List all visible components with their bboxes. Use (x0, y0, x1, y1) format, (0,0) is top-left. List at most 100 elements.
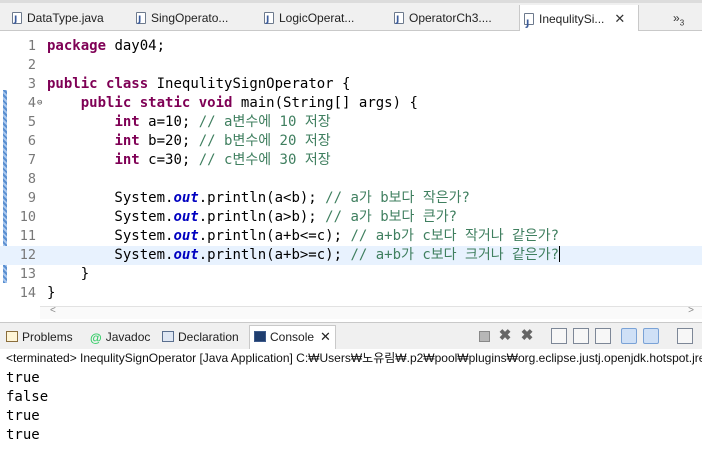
editor-tab-operatorch3[interactable]: OperatorCh3.... (394, 7, 492, 31)
code-token: System. (47, 247, 174, 263)
code-line[interactable]: 3 public class InequlitySignOperator { (0, 75, 702, 94)
tab-problems[interactable]: Problems (6, 326, 73, 348)
tab-declaration[interactable]: Declaration (162, 326, 239, 348)
tab-console[interactable]: Console ✕ (249, 325, 336, 350)
remove-all-terminated-icon[interactable]: ✖ (519, 328, 535, 344)
code-line[interactable]: 10 System.out.println(a>b); // a가 b보다 큰가… (0, 208, 702, 227)
word-wrap-icon[interactable] (595, 328, 611, 344)
console-output[interactable]: true false true true (0, 367, 702, 449)
code-line[interactable]: 12 System.out.println(a+b>=c); // a+b가 c… (0, 246, 702, 265)
code-token: b=20; (139, 133, 199, 149)
tab-javadoc[interactable]: @ Javadoc (90, 326, 150, 348)
overflow-chevron-icon: » (673, 11, 680, 25)
line-number: 14 (19, 285, 36, 301)
editor-tab-logicoperator[interactable]: LogicOperat... (264, 7, 354, 31)
clear-console-icon[interactable] (551, 328, 567, 344)
java-file-icon (12, 9, 22, 31)
editor-tab-inequlitysignoperator[interactable]: InequlitySi... ✕ (519, 5, 639, 38)
code-token: main(String[] args) { (232, 95, 418, 111)
scroll-left-icon[interactable]: < (50, 305, 56, 316)
code-text: System.out.println(a<b); // a가 b보다 작은가? (47, 189, 470, 208)
code-text: int b=20; // b변수에 20 저장 (47, 132, 330, 151)
editor-tab-singoperator[interactable]: SingOperato... (136, 7, 229, 31)
tab-label: Javadoc (105, 330, 151, 344)
editor-tab-label: OperatorCh3.... (409, 11, 492, 25)
code-line[interactable]: 13 } (0, 265, 702, 284)
code-token: InequlitySignOperator { (148, 76, 351, 92)
comment-token: // a변수에 10 저장 (198, 114, 331, 130)
code-line[interactable]: 11 System.out.println(a+b<=c); // a+b가 c… (0, 227, 702, 246)
keyword-token: int (114, 152, 140, 168)
close-tab-icon[interactable]: ✕ (614, 5, 625, 33)
keyword-token: class (106, 76, 149, 92)
comment-token: // a+b가 c보다 작거나 같은가? (350, 228, 560, 244)
horizontal-scrollbar[interactable]: < > (40, 305, 702, 319)
editor-tab-label: SingOperato... (151, 11, 229, 25)
declaration-icon (162, 331, 174, 342)
tab-label: Console (270, 330, 315, 344)
editor-tab-datatype[interactable]: DataType.java (12, 7, 104, 31)
editor-tab-label: InequlitySi... (539, 12, 605, 26)
editor-tab-bar: DataType.java SingOperato... LogicOperat… (0, 0, 702, 38)
field-token: out (173, 247, 199, 263)
code-editor[interactable]: 1 package day04; 2 3 public class InequlityS… (0, 31, 702, 319)
line-number: 6 (27, 133, 36, 149)
line-number: 9 (27, 190, 36, 206)
code-text: int a=10; // a변수에 10 저장 (47, 113, 331, 132)
field-token: out (173, 190, 199, 206)
console-output-line: false (6, 389, 49, 405)
show-on-stdout-icon[interactable] (621, 328, 637, 344)
code-token: .println(a+b>=c); (198, 247, 351, 263)
text-caret (559, 246, 561, 262)
comment-token: // a가 b보다 작은가? (325, 190, 470, 206)
code-line[interactable]: 9 System.out.println(a<b); // a가 b보다 작은가… (0, 189, 702, 208)
remove-launch-icon[interactable]: ✖ (497, 328, 513, 344)
console-output-line: true (6, 408, 40, 424)
overflow-tabs-button[interactable]: »3 (673, 7, 684, 29)
java-file-icon (136, 9, 146, 31)
code-line[interactable]: 7 int c=30; // c변수에 30 저장 (0, 151, 702, 170)
code-line[interactable]: 8 (0, 170, 702, 189)
code-line[interactable]: 2 (0, 56, 702, 75)
code-text: } (47, 265, 89, 284)
bottom-view-tab-bar: Problems @ Javadoc Declaration Console ✕ ✖… (0, 322, 702, 350)
tab-label: Declaration (178, 330, 239, 344)
console-icon (254, 331, 266, 342)
keyword-token: public (47, 76, 98, 92)
problems-icon (6, 331, 18, 342)
comment-token: // c변수에 30 저장 (198, 152, 331, 168)
scroll-right-icon[interactable]: > (688, 305, 694, 316)
terminate-icon[interactable] (479, 331, 490, 342)
close-console-icon[interactable]: ✕ (320, 329, 331, 344)
comment-token: // a가 b보다 큰가? (325, 209, 458, 225)
overflow-count: 3 (679, 18, 685, 28)
scroll-lock-icon[interactable] (573, 328, 589, 344)
code-token: System. (47, 209, 174, 225)
code-line[interactable]: 5 int a=10; // a변수에 10 저장 (0, 113, 702, 132)
keyword-token: public (80, 95, 132, 111)
code-text: public static void main(String[] args) { (47, 94, 418, 113)
keyword-token: int (114, 133, 140, 149)
code-token: a=10; (139, 114, 199, 130)
code-line[interactable]: 1 package day04; (0, 37, 702, 56)
code-line[interactable]: 14} (0, 284, 702, 303)
keyword-token: package (47, 38, 107, 54)
code-line[interactable]: 6 int b=20; // b변수에 20 저장 (0, 132, 702, 151)
code-token: System. (47, 228, 174, 244)
java-file-icon (264, 9, 274, 31)
pin-console-icon[interactable] (677, 328, 693, 344)
fold-collapse-icon[interactable]: ⊖ (37, 94, 42, 113)
java-file-icon (394, 9, 404, 31)
java-file-icon (524, 10, 534, 38)
line-number: 4 (27, 95, 36, 111)
code-text: System.out.println(a>b); // a가 b보다 큰가? (47, 208, 457, 227)
console-launch-status: <terminated> InequlitySignOperator [Java… (0, 349, 702, 367)
console-toolbar: ✖ ✖ (476, 328, 702, 346)
line-number: 1 (27, 38, 36, 54)
code-line[interactable]: 4 ⊖ public static void main(String[] args… (0, 94, 702, 113)
show-on-stderr-icon[interactable] (643, 328, 659, 344)
code-token: System. (47, 190, 174, 206)
